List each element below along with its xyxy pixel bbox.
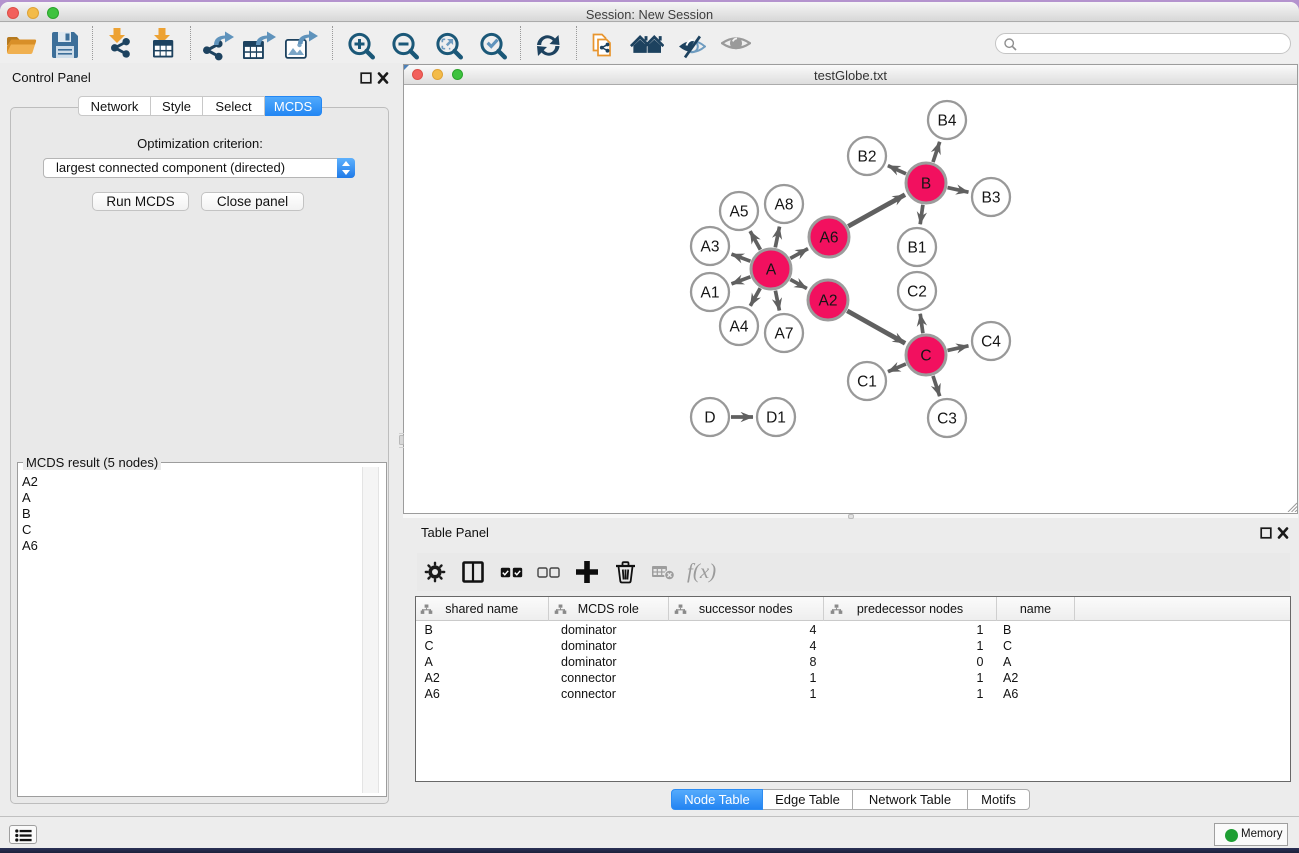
svg-text:A6: A6 xyxy=(820,230,839,247)
svg-text:B4: B4 xyxy=(938,113,957,130)
svg-text:C3: C3 xyxy=(937,411,957,428)
svg-text:B2: B2 xyxy=(858,149,877,166)
svg-text:C2: C2 xyxy=(907,284,927,301)
svg-text:C1: C1 xyxy=(857,374,877,391)
svg-text:A1: A1 xyxy=(701,285,720,302)
svg-text:A3: A3 xyxy=(701,239,720,256)
svg-text:D1: D1 xyxy=(766,410,786,427)
svg-text:B1: B1 xyxy=(908,240,927,257)
svg-text:A4: A4 xyxy=(730,319,749,336)
svg-text:A: A xyxy=(766,262,777,279)
svg-text:C4: C4 xyxy=(981,334,1001,351)
svg-text:A8: A8 xyxy=(775,197,794,214)
svg-text:C: C xyxy=(920,348,931,365)
svg-text:B3: B3 xyxy=(982,190,1001,207)
svg-text:B: B xyxy=(921,176,931,193)
svg-text:D: D xyxy=(704,410,715,427)
svg-text:A2: A2 xyxy=(819,293,838,310)
svg-text:A7: A7 xyxy=(775,326,794,343)
svg-text:A5: A5 xyxy=(730,204,749,221)
